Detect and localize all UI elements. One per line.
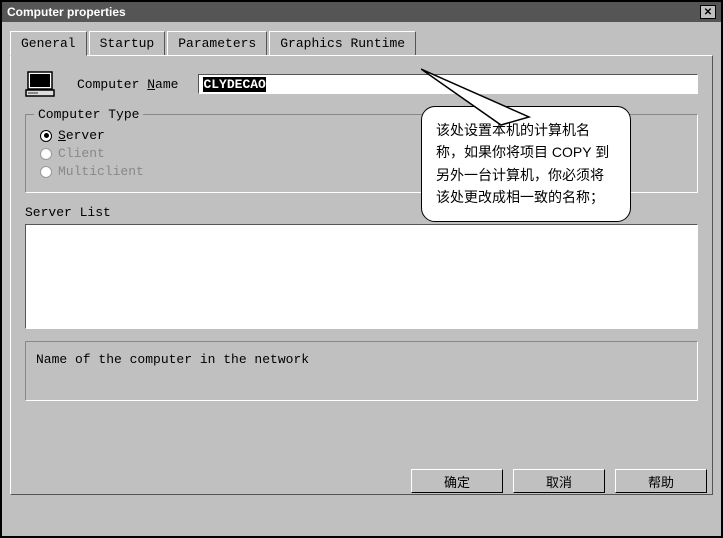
close-icon: ✕ [704, 7, 712, 18]
computer-icon [25, 70, 57, 98]
button-label: 帮助 [648, 472, 674, 491]
radio-icon [40, 130, 52, 142]
callout-text: 该处设置本机的计算机名称，如果你将项目 COPY 到另外一台计算机，你必须将该处… [436, 122, 609, 205]
description-text: Name of the computer in the network [36, 352, 309, 367]
radio-label: Client [58, 146, 105, 161]
description-box: Name of the computer in the network [25, 341, 698, 401]
ok-button[interactable]: 确定 [411, 469, 503, 493]
radio-label: Server [58, 128, 105, 143]
dialog-buttons: 确定 取消 帮助 [411, 469, 707, 493]
tab-label: Graphics Runtime [280, 36, 405, 51]
server-list-box[interactable] [25, 224, 698, 329]
callout-pointer [421, 67, 551, 127]
button-label: 取消 [546, 472, 572, 491]
tab-general[interactable]: General [10, 31, 87, 56]
tab-startup[interactable]: Startup [89, 31, 166, 56]
radio-icon [40, 166, 52, 178]
cancel-button[interactable]: 取消 [513, 469, 605, 493]
tab-graphics-runtime[interactable]: Graphics Runtime [269, 31, 416, 56]
content-area: General Startup Parameters Graphics Runt… [2, 22, 721, 503]
tab-label: Parameters [178, 36, 256, 51]
radio-label: Multiclient [58, 164, 144, 179]
tab-parameters[interactable]: Parameters [167, 31, 267, 56]
button-label: 确定 [444, 472, 470, 491]
tab-label: General [21, 36, 76, 51]
titlebar: Computer properties ✕ [2, 2, 721, 22]
tab-label: Startup [100, 36, 155, 51]
help-button[interactable]: 帮助 [615, 469, 707, 493]
tab-strip: General Startup Parameters Graphics Runt… [10, 31, 713, 56]
dialog-window: Computer properties ✕ General Startup Pa… [1, 1, 722, 537]
computer-type-legend: Computer Type [34, 107, 143, 122]
close-button[interactable]: ✕ [700, 5, 716, 19]
computer-name-row: Computer Name CLYDECAO [25, 70, 698, 98]
computer-name-value: CLYDECAO [203, 77, 265, 92]
computer-name-label: Computer Name [77, 77, 178, 92]
radio-icon [40, 148, 52, 160]
window-title: Computer properties [7, 5, 126, 19]
